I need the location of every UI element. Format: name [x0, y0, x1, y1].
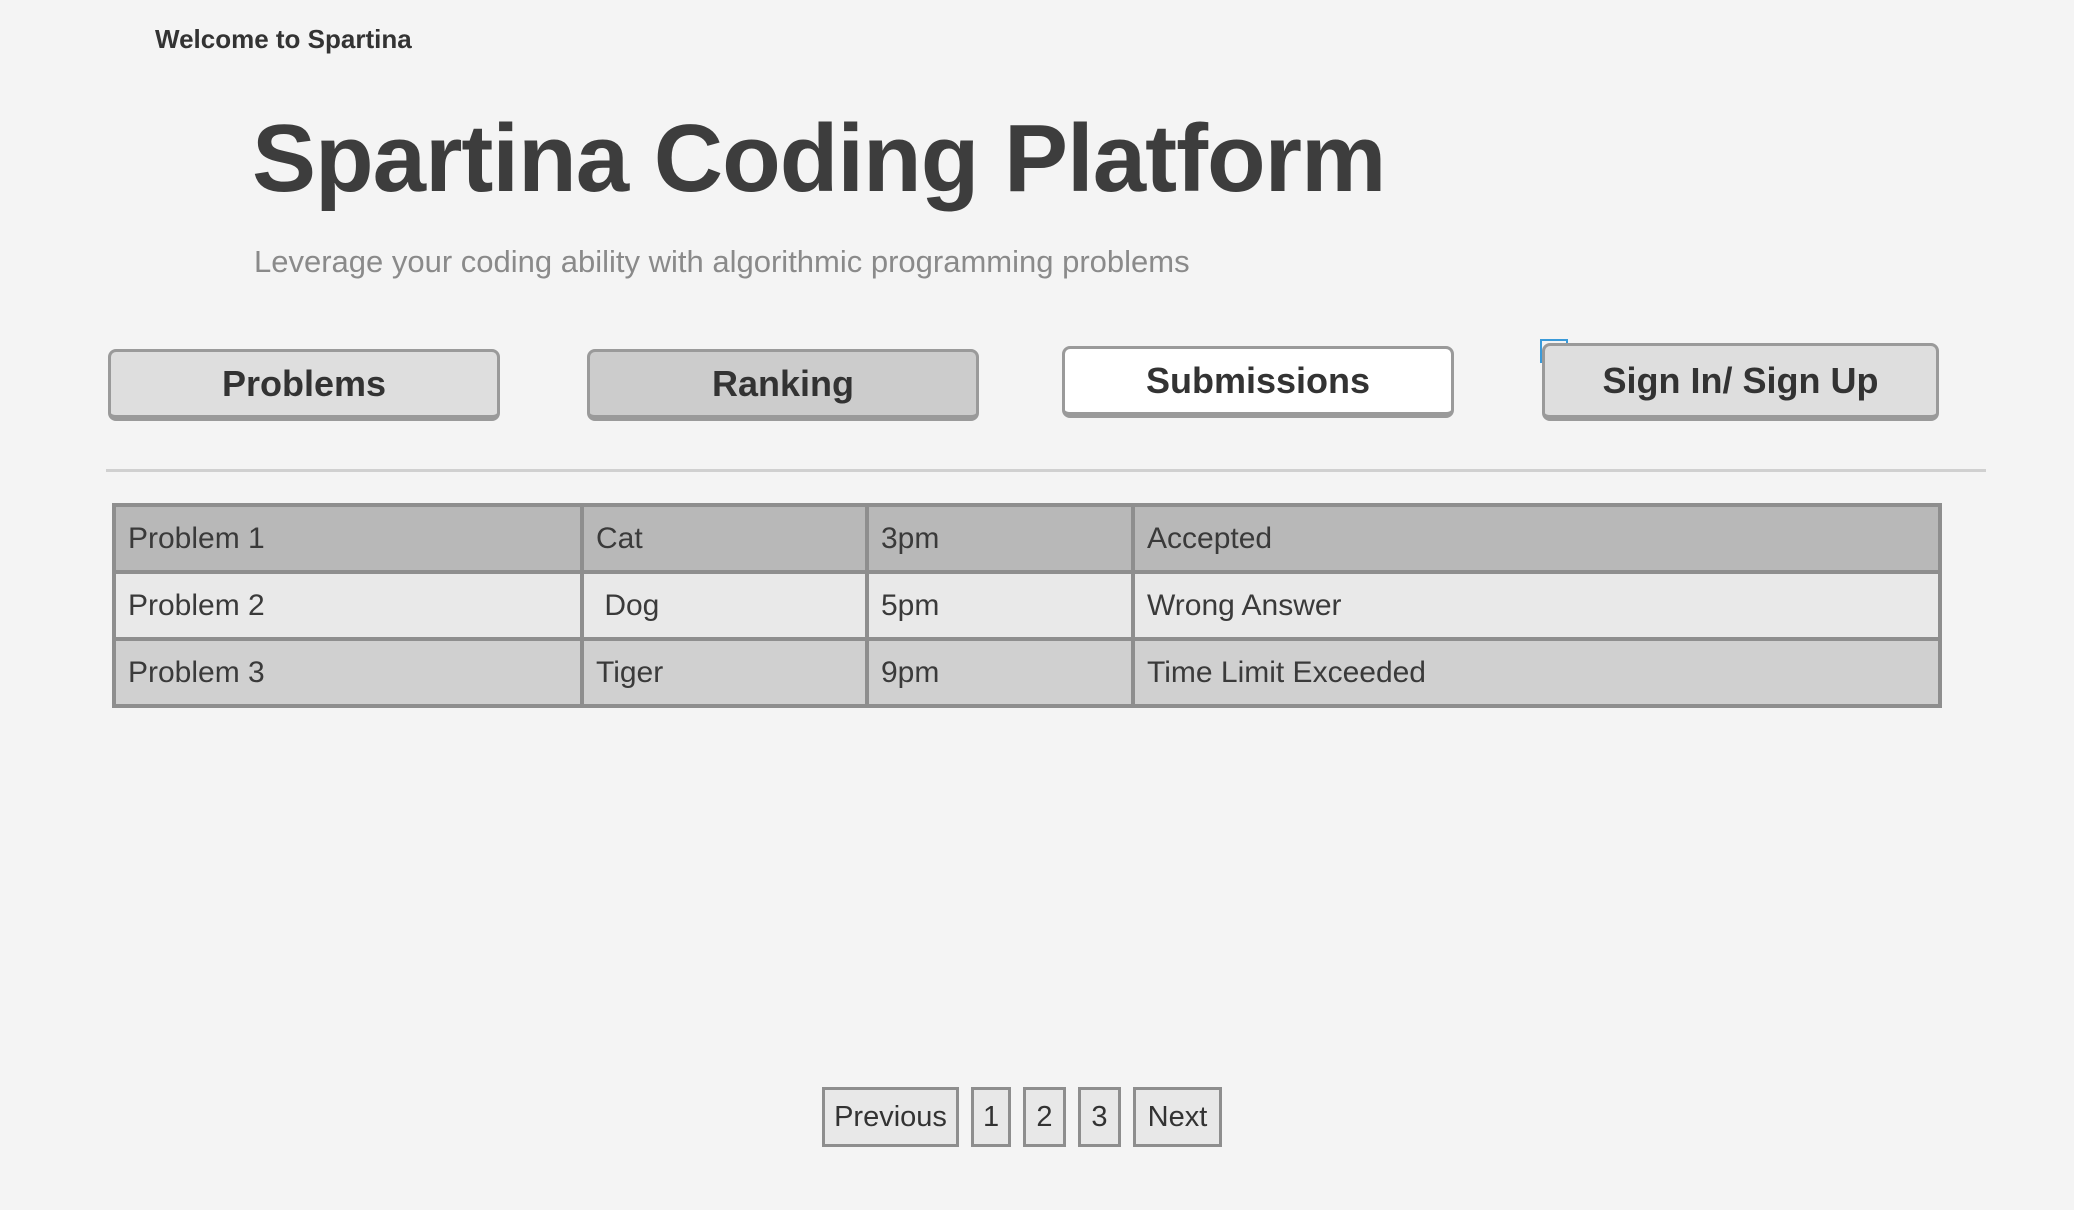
- status-cell: Wrong Answer: [1131, 570, 1942, 641]
- submissions-button[interactable]: Submissions: [1062, 346, 1454, 418]
- problem-cell: Problem 2: [112, 570, 584, 641]
- user-cell: Tiger: [580, 637, 869, 708]
- table-row[interactable]: Problem 2 Dog 5pm Wrong Answer: [112, 570, 1942, 641]
- problem-cell: Problem 3: [112, 637, 584, 708]
- page-title: Spartina Coding Platform: [252, 105, 1386, 212]
- problems-button[interactable]: Problems: [108, 349, 500, 421]
- table-row[interactable]: Problem 3 Tiger 9pm Time Limit Exceeded: [112, 637, 1942, 708]
- previous-page-button[interactable]: Previous: [822, 1087, 959, 1147]
- time-cell: 3pm: [865, 503, 1135, 574]
- user-cell: Cat: [580, 503, 869, 574]
- page-subtitle: Leverage your coding ability with algori…: [254, 244, 1190, 279]
- table-row[interactable]: Problem 1 Cat 3pm Accepted: [112, 503, 1942, 574]
- welcome-text: Welcome to Spartina: [155, 24, 412, 54]
- ranking-button[interactable]: Ranking: [587, 349, 979, 421]
- page-1-button[interactable]: 1: [971, 1087, 1011, 1147]
- pagination: Previous 1 2 3 Next: [822, 1087, 1222, 1147]
- next-page-button[interactable]: Next: [1133, 1087, 1222, 1147]
- page-3-button[interactable]: 3: [1078, 1087, 1121, 1147]
- time-cell: 9pm: [865, 637, 1135, 708]
- problem-cell: Problem 1: [112, 503, 584, 574]
- status-cell: Accepted: [1131, 503, 1942, 574]
- page-2-button[interactable]: 2: [1023, 1087, 1066, 1147]
- time-cell: 5pm: [865, 570, 1135, 641]
- divider: [106, 469, 1986, 472]
- status-cell: Time Limit Exceeded: [1131, 637, 1942, 708]
- submissions-table: Problem 1 Cat 3pm Accepted Problem 2 Dog…: [112, 503, 1942, 708]
- sign-in-button[interactable]: Sign In/ Sign Up: [1542, 343, 1939, 421]
- user-cell: Dog: [580, 570, 869, 641]
